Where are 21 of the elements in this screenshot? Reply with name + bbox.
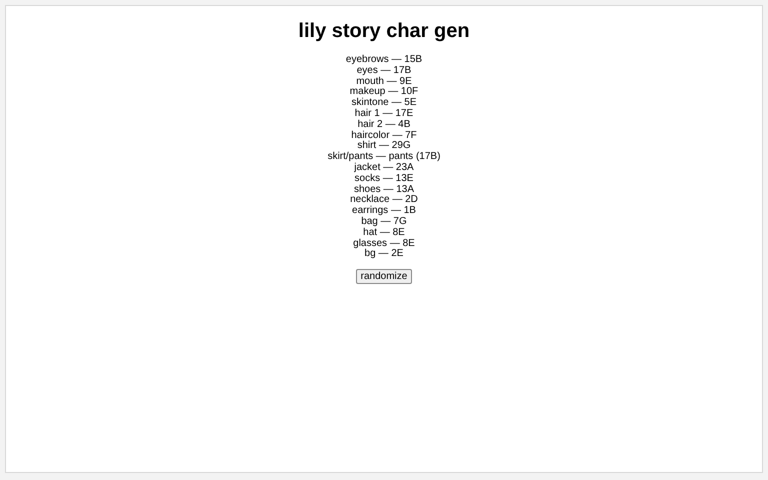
trait-line: shoes — 13A (354, 184, 414, 195)
trait-line: bg — 2E (364, 249, 404, 260)
trait-line: hair 2 — 4B (358, 120, 410, 130)
trait-line: eyebrows — 15B (346, 55, 422, 66)
trait-line: skintone — 5E (351, 98, 417, 108)
trait-line: hat — 8E (363, 228, 405, 238)
randomize-button[interactable]: randomize (356, 269, 412, 284)
page-title: lily story char gen (298, 20, 470, 43)
trait-line: earrings — 1B (352, 206, 416, 216)
trait-line: mouth — 9E (356, 76, 412, 87)
trait-line: hair 1 — 17E (354, 108, 414, 120)
trait-line: skirt/pants — pants (17B) (328, 152, 440, 162)
trait-line: haircolor — 7F (351, 130, 417, 141)
trait-line: shirt — 29G (357, 141, 411, 152)
trait-line: makeup — 10F (350, 87, 418, 98)
trait-line: glasses — 8E (353, 238, 415, 249)
trait-line: eyes — 17B (356, 66, 412, 76)
trait-line: socks — 13E (354, 174, 414, 184)
trait-line: jacket — 23A (354, 162, 414, 174)
trait-line: necklace — 2D (350, 195, 418, 206)
trait-line: bag — 7G (361, 216, 407, 228)
